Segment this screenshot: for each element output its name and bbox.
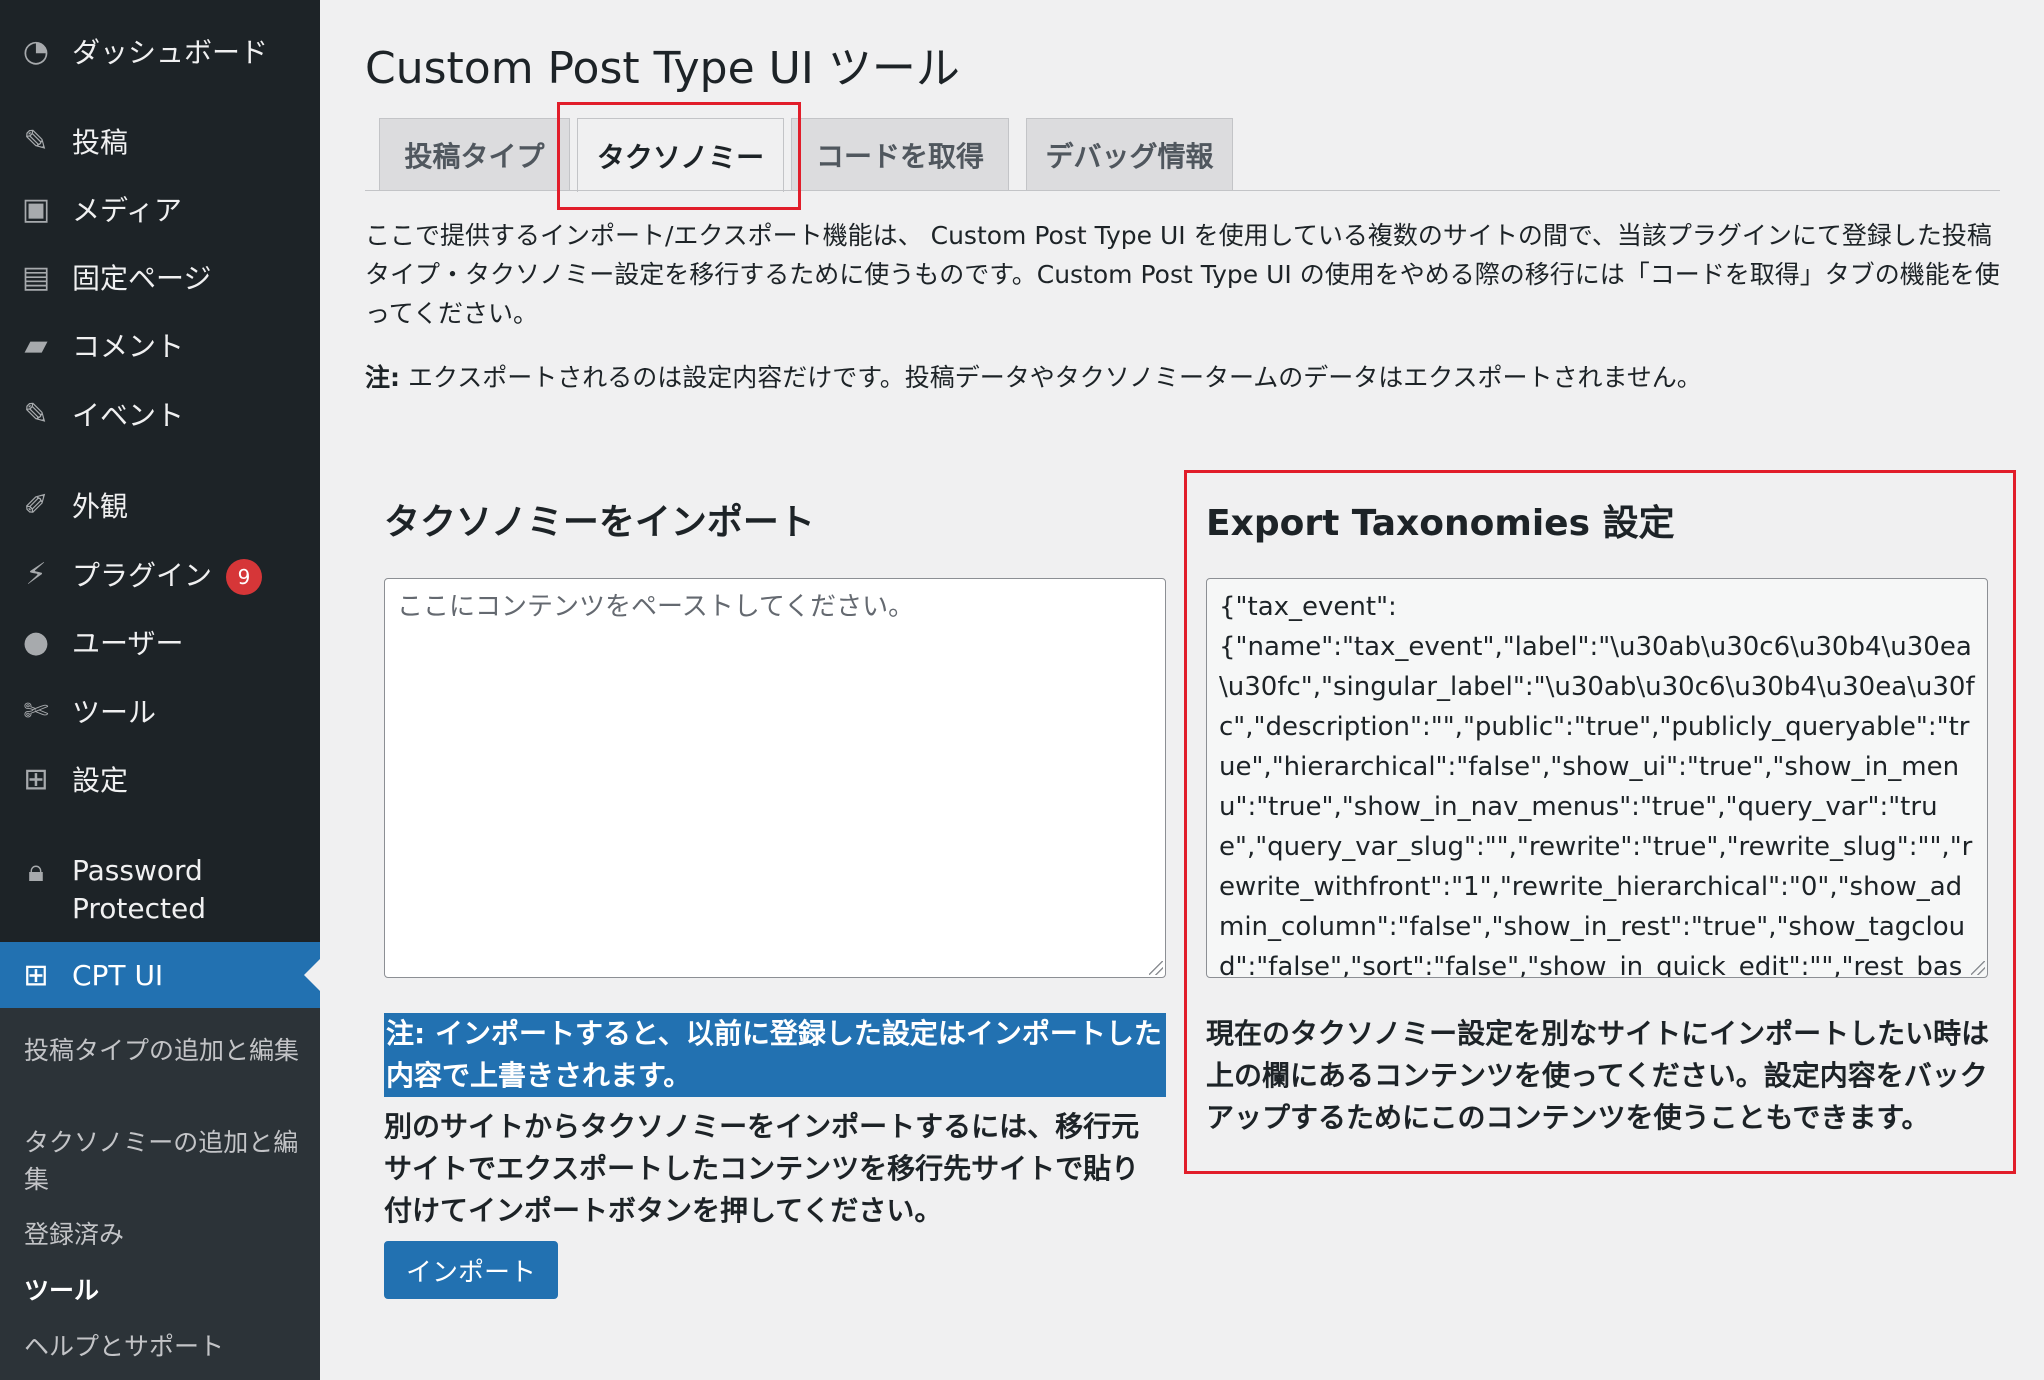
user-icon: ● — [22, 624, 50, 660]
import-warning: 注: インポートすると、以前に登録した設定はインポートした内容で上書きされます。 — [384, 1013, 1166, 1097]
menu-item-cpt-ui[interactable]: ⊞ CPT UI — [0, 942, 320, 1008]
lock-icon: 🔒︎ — [28, 853, 44, 889]
export-textarea-resize-handle[interactable] — [1971, 961, 1985, 975]
export-title: Export Taxonomies 設定 — [1206, 503, 1675, 544]
menu-item-settings[interactable]: ⊞ 設定 — [0, 748, 320, 810]
page-title: Custom Post Type UI ツール — [365, 43, 960, 94]
menu-item-tools[interactable]: ✄ ツール — [0, 680, 320, 742]
import-button[interactable]: インポート — [384, 1241, 558, 1299]
menu-item-password-protected[interactable]: 🔒︎ Password Protected — [0, 845, 320, 935]
dashboard-icon: ◔ — [22, 33, 50, 69]
submenu-add-edit-post-types[interactable]: 投稿タイプの追加と編集 — [24, 1032, 304, 1069]
export-textarea[interactable]: {"tax_event": {"name":"tax_event","label… — [1206, 578, 1988, 978]
pin-icon: ✎ — [23, 396, 49, 432]
menu-item-posts[interactable]: ✎ 投稿 — [0, 110, 320, 172]
plugin-icon: ⚡ — [25, 556, 47, 592]
tab-post-types[interactable]: 投稿タイプ — [379, 118, 570, 190]
import-textarea[interactable]: ここにコンテンツをペーストしてください。 — [384, 578, 1166, 978]
admin-sidebar: ◔ ダッシュボード ✎ 投稿 ▣ メディア ▤ 固定ページ ▰ コメント ✎ イ… — [0, 0, 320, 1380]
grid-icon: ⊞ — [23, 957, 49, 993]
tab-get-code[interactable]: コードを取得 — [791, 118, 1009, 190]
export-note: 注: エクスポートされるのは設定内容だけです。投稿データやタクソノミータームのデ… — [365, 363, 1702, 392]
page-icon: ▤ — [21, 259, 51, 295]
media-icon: ▣ — [21, 191, 51, 227]
submenu-add-edit-taxonomies[interactable]: タクソノミーの追加と編集 — [24, 1124, 304, 1198]
export-description: 現在のタクソノミー設定を別なサイトにインポートしたい時は上の欄にあるコンテンツを… — [1206, 1017, 1990, 1134]
pin-icon: ✎ — [23, 123, 49, 159]
menu-item-users[interactable]: ● ユーザー — [0, 611, 320, 673]
submenu-help-support[interactable]: ヘルプとサポート — [24, 1328, 304, 1365]
menu-item-pages[interactable]: ▤ 固定ページ — [0, 246, 320, 308]
import-textarea-resize-handle[interactable] — [1149, 961, 1163, 975]
menu-item-events[interactable]: ✎ イベント — [0, 383, 320, 445]
tab-debug-info[interactable]: デバッグ情報 — [1026, 118, 1233, 190]
submenu-registered[interactable]: 登録済み — [24, 1216, 304, 1253]
import-title: タクソノミーをインポート — [384, 502, 815, 543]
menu-item-dashboard[interactable]: ◔ ダッシュボード — [0, 20, 320, 82]
comment-icon: ▰ — [24, 327, 48, 363]
menu-item-appearance[interactable]: ✐ 外観 — [0, 474, 320, 536]
update-count-badge: 9 — [226, 558, 263, 595]
brush-icon: ✐ — [23, 487, 49, 523]
tab-highlight-box — [557, 102, 801, 210]
wrench-icon: ✄ — [23, 693, 49, 729]
submenu-tools[interactable]: ツール — [24, 1272, 304, 1309]
settings-icon: ⊞ — [23, 761, 49, 797]
menu-item-media[interactable]: ▣ メディア — [0, 178, 320, 240]
cpt-ui-submenu: 投稿タイプの追加と編集 タクソノミーの追加と編集 登録済み ツール ヘルプとサポ… — [0, 1008, 320, 1380]
current-menu-arrow — [304, 959, 320, 991]
import-description: 別のサイトからタクソノミーをインポートするには、移行元サイトでエクスポートしたコ… — [384, 1110, 1140, 1227]
intro-text: ここで提供するインポート/エクスポート機能は、 Custom Post Type… — [365, 221, 2000, 328]
menu-item-plugins[interactable]: ⚡ プラグイン 9 — [0, 543, 320, 605]
menu-item-comments[interactable]: ▰ コメント — [0, 314, 320, 376]
